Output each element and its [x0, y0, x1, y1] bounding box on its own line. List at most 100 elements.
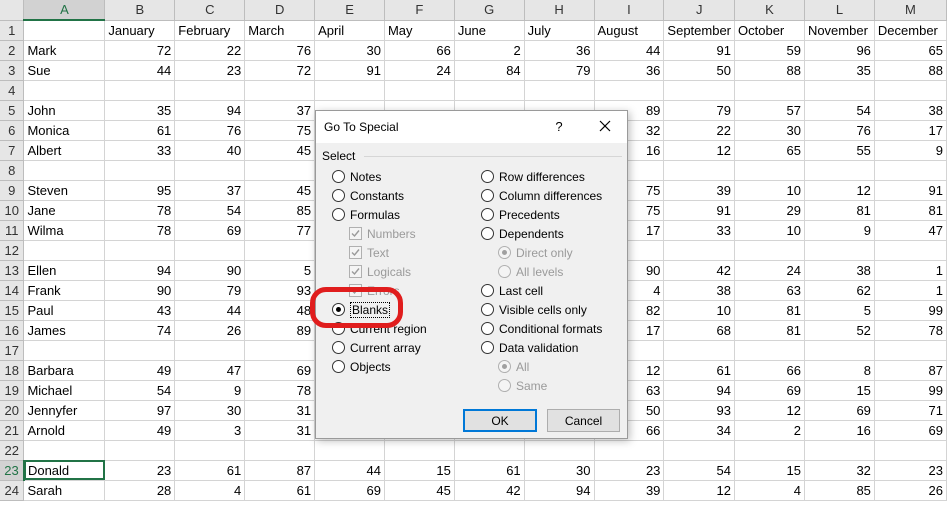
cell-f22[interactable] [384, 440, 455, 461]
cell-a4[interactable] [23, 80, 106, 101]
cell-b7[interactable]: 33 [104, 140, 176, 161]
row-header[interactable]: 6 [0, 120, 25, 141]
cell-j2[interactable]: 91 [663, 40, 736, 61]
cell-l20[interactable]: 69 [804, 400, 875, 421]
cell-g24[interactable]: 42 [454, 480, 525, 501]
cell-l15[interactable]: 5 [804, 300, 875, 321]
cell-d18[interactable]: 69 [244, 360, 316, 381]
row-header[interactable]: 10 [0, 200, 25, 221]
cell-d14[interactable]: 93 [244, 280, 316, 301]
cell-e4[interactable] [314, 80, 385, 101]
cell-g1[interactable]: June [454, 20, 525, 41]
cell-c18[interactable]: 47 [174, 360, 246, 381]
cell-b6[interactable]: 61 [104, 120, 176, 141]
cell-k20[interactable]: 12 [734, 400, 805, 421]
cell-a15[interactable]: Paul [23, 300, 106, 321]
cell-j21[interactable]: 34 [663, 420, 736, 441]
cell-k14[interactable]: 63 [734, 280, 805, 301]
cell-m11[interactable]: 47 [874, 220, 947, 241]
cell-b10[interactable]: 78 [104, 200, 176, 221]
cell-h3[interactable]: 79 [524, 60, 595, 81]
cell-j18[interactable]: 61 [663, 360, 736, 381]
cell-j10[interactable]: 91 [663, 200, 736, 221]
cell-m9[interactable]: 91 [874, 180, 947, 201]
row-header[interactable]: 20 [0, 400, 25, 421]
cell-k6[interactable]: 30 [734, 120, 805, 141]
cell-l1[interactable]: November [804, 20, 875, 41]
cell-g23[interactable]: 61 [454, 460, 525, 481]
cell-k4[interactable] [734, 80, 805, 101]
cell-b8[interactable] [104, 160, 176, 181]
cell-a21[interactable]: Arnold [23, 420, 106, 441]
cell-f1[interactable]: May [384, 20, 455, 41]
row-header[interactable]: 3 [0, 60, 25, 81]
cell-b4[interactable] [104, 80, 176, 101]
cell-l12[interactable] [804, 240, 875, 261]
cell-l6[interactable]: 76 [804, 120, 875, 141]
cell-j8[interactable] [663, 160, 736, 181]
cell-j24[interactable]: 12 [663, 480, 736, 501]
cell-a11[interactable]: Wilma [23, 220, 106, 241]
row-header[interactable]: 18 [0, 360, 25, 381]
option-dependents[interactable]: Dependents [481, 225, 564, 242]
cell-b21[interactable]: 49 [104, 420, 176, 441]
column-differences-radio[interactable] [481, 189, 494, 202]
data-validation-radio[interactable] [481, 341, 494, 354]
cell-b1[interactable]: January [104, 20, 176, 41]
cell-l8[interactable] [804, 160, 875, 181]
cell-b22[interactable] [104, 440, 176, 461]
column-header-g[interactable]: G [454, 0, 525, 21]
cell-k17[interactable] [734, 340, 805, 361]
row-header[interactable]: 21 [0, 420, 25, 441]
last-cell-radio[interactable] [481, 284, 494, 297]
cell-d15[interactable]: 48 [244, 300, 316, 321]
cell-a19[interactable]: Michael [23, 380, 106, 401]
formulas-radio[interactable] [332, 208, 345, 221]
cell-k10[interactable]: 29 [734, 200, 805, 221]
cell-a9[interactable]: Steven [23, 180, 106, 201]
row-header[interactable]: 24 [0, 480, 25, 501]
cell-b3[interactable]: 44 [104, 60, 176, 81]
cell-c16[interactable]: 26 [174, 320, 246, 341]
cell-k13[interactable]: 24 [734, 260, 805, 281]
option-formulas[interactable]: Formulas [332, 206, 400, 223]
row-header[interactable]: 15 [0, 300, 25, 321]
notes-radio[interactable] [332, 170, 345, 183]
cell-b11[interactable]: 78 [104, 220, 176, 241]
cell-d23[interactable]: 87 [244, 460, 316, 481]
row-header[interactable]: 17 [0, 340, 25, 361]
cell-d11[interactable]: 77 [244, 220, 316, 241]
cell-b20[interactable]: 97 [104, 400, 176, 421]
cell-h4[interactable] [524, 80, 595, 101]
row-header[interactable]: 8 [0, 160, 25, 181]
cell-c8[interactable] [174, 160, 246, 181]
row-header[interactable]: 7 [0, 140, 25, 161]
cell-l16[interactable]: 52 [804, 320, 875, 341]
cell-d21[interactable]: 31 [244, 420, 316, 441]
cell-g2[interactable]: 2 [454, 40, 525, 61]
row-header[interactable]: 16 [0, 320, 25, 341]
cell-k15[interactable]: 81 [734, 300, 805, 321]
cell-j14[interactable]: 38 [663, 280, 736, 301]
cell-c20[interactable]: 30 [174, 400, 246, 421]
cell-j13[interactable]: 42 [663, 260, 736, 281]
cell-h22[interactable] [524, 440, 595, 461]
cell-j11[interactable]: 33 [663, 220, 736, 241]
cell-d4[interactable] [244, 80, 316, 101]
cell-m20[interactable]: 71 [874, 400, 947, 421]
cell-m3[interactable]: 88 [874, 60, 947, 81]
cell-d20[interactable]: 31 [244, 400, 316, 421]
row-header[interactable]: 13 [0, 260, 25, 281]
cell-k7[interactable]: 65 [734, 140, 805, 161]
row-header[interactable]: 14 [0, 280, 25, 301]
cell-c14[interactable]: 79 [174, 280, 246, 301]
cell-m22[interactable] [874, 440, 947, 461]
row-header[interactable]: 5 [0, 100, 25, 121]
dialog-titlebar[interactable]: Go To Special ? [316, 111, 627, 143]
column-header-d[interactable]: D [244, 0, 316, 21]
cell-c1[interactable]: February [174, 20, 246, 41]
cell-g3[interactable]: 84 [454, 60, 525, 81]
cell-l18[interactable]: 8 [804, 360, 875, 381]
cell-e24[interactable]: 69 [314, 480, 385, 501]
cell-m7[interactable]: 9 [874, 140, 947, 161]
